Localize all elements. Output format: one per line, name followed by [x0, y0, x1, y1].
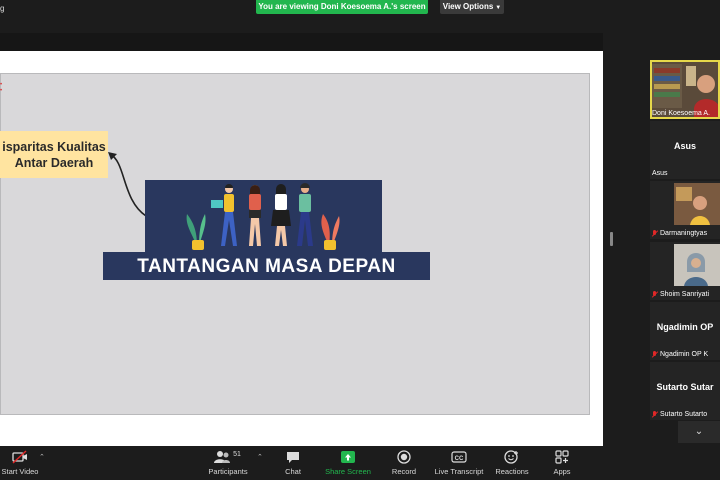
participant-tile-doni[interactable]: Doni Koesoema A. [650, 60, 720, 119]
participant-tile-asus[interactable]: Asus Asus [650, 121, 720, 179]
participant-name: Shoim Sanriyati [660, 291, 710, 298]
participant-label-darmaningtyas: Darmaningtyas [652, 230, 707, 237]
participant-tile-shoim[interactable]: Shoim Sanriyati [650, 242, 720, 300]
view-options-button[interactable]: View Options ▼ [440, 0, 504, 14]
participant-tile-ngadimin[interactable]: Ngadimin OP Ngadimin OP K [650, 302, 720, 360]
participants-icon: 51 [214, 451, 241, 463]
chat-button[interactable]: Chat [280, 450, 306, 476]
apps-label: Apps [553, 467, 571, 476]
chevron-down-icon: ⌄ [694, 426, 704, 437]
chevron-down-icon: ▼ [495, 5, 502, 11]
reactions-icon [504, 450, 518, 464]
apps-icon [555, 450, 569, 464]
share-screen-icon [341, 451, 355, 463]
top-bar: g You are viewing Doni Koesoema A.'s scr… [0, 0, 720, 18]
curved-arrow-icon [108, 152, 147, 217]
participant-name-large: Ngadimin OP [656, 322, 714, 332]
participant-name: Sutarto Sutarto [660, 411, 708, 418]
chat-label: Chat [285, 467, 301, 476]
gallery-scroll-down-button[interactable]: ⌄ [678, 421, 720, 443]
mic-muted-icon [652, 411, 658, 418]
chat-icon [287, 452, 299, 463]
cc-text: CC [455, 456, 464, 462]
plant-right-icon [321, 214, 340, 250]
person-4-icon [297, 183, 313, 246]
start-video-button[interactable]: Start Video [0, 450, 40, 476]
shared-screen-header [0, 33, 603, 51]
video-off-icon [12, 450, 27, 464]
share-screen-label: Share Screen [325, 467, 371, 476]
video-options-caret[interactable]: ⌃ [39, 453, 45, 461]
live-transcript-label: Live Transcript [434, 467, 484, 476]
record-button[interactable]: Record [390, 450, 418, 476]
record-icon [397, 450, 411, 464]
live-transcript-button[interactable]: CC Live Transcript [434, 450, 484, 476]
start-video-label: Start Video [1, 467, 39, 476]
people-illustration-icon [186, 183, 340, 250]
participant-name: Asus [652, 170, 668, 177]
participant-name-large: Sutarto Sutar [656, 382, 714, 392]
participant-tile-sutarto[interactable]: Sutarto Sutar Sutarto Sutarto [650, 362, 720, 420]
mic-muted-icon [652, 230, 658, 237]
participant-label-asus: Asus [652, 170, 668, 177]
callout-line-2: Antar Daerah [14, 156, 94, 170]
participant-name-large: Asus [673, 141, 696, 151]
participant-label-ngadimin: Ngadimin OP K [652, 351, 708, 358]
viewing-screen-banner: You are viewing Doni Koesoema A.'s scree… [256, 0, 428, 14]
view-options-label: View Options [442, 2, 494, 11]
reactions-button[interactable]: Reactions [494, 450, 530, 476]
participant-label-shoim: Shoim Sanriyati [652, 291, 709, 298]
gallery-resize-handle[interactable] [610, 232, 613, 246]
participants-button[interactable]: 51 Participants [206, 450, 250, 476]
mic-muted-icon [652, 351, 658, 358]
apps-button[interactable]: Apps [550, 450, 574, 476]
slide-banner-title: TANTANGAN MASA DEPAN [103, 252, 430, 280]
participant-label-sutarto: Sutarto Sutarto [652, 411, 707, 418]
callout-line-1: isparitas Kualitas [2, 140, 106, 154]
participants-options-caret[interactable]: ⌃ [257, 453, 263, 461]
slide-marker-icon: • • [0, 82, 3, 94]
participant-name: Ngadimin OP K [660, 351, 709, 358]
person-2-icon [249, 185, 261, 246]
mic-muted-icon [652, 291, 658, 298]
participant-label-doni: Doni Koesoema A. [652, 110, 710, 117]
share-screen-button[interactable]: Share Screen [325, 450, 371, 476]
participant-name: Darmaningtyas [660, 230, 708, 237]
person-3-icon [271, 184, 291, 246]
reactions-label: Reactions [495, 467, 529, 476]
person-1-icon [211, 184, 237, 246]
slide-callout: isparitas Kualitas Antar Daerah [0, 131, 108, 178]
slide-banner [145, 180, 382, 252]
participants-label: Participants [208, 467, 248, 476]
participants-count: 51 [233, 451, 241, 458]
closed-caption-icon: CC [451, 451, 467, 463]
meeting-toolbar: Start Video ⌃ 51 Participants ⌃ Chat Sha… [0, 446, 720, 480]
record-label: Record [391, 467, 417, 476]
top-left-text: g [0, 4, 5, 13]
participant-tile-darmaningtyas[interactable]: Darmaningtyas [650, 181, 720, 239]
participant-name: Doni Koesoema A. [652, 110, 710, 117]
plant-left-icon [186, 214, 206, 250]
